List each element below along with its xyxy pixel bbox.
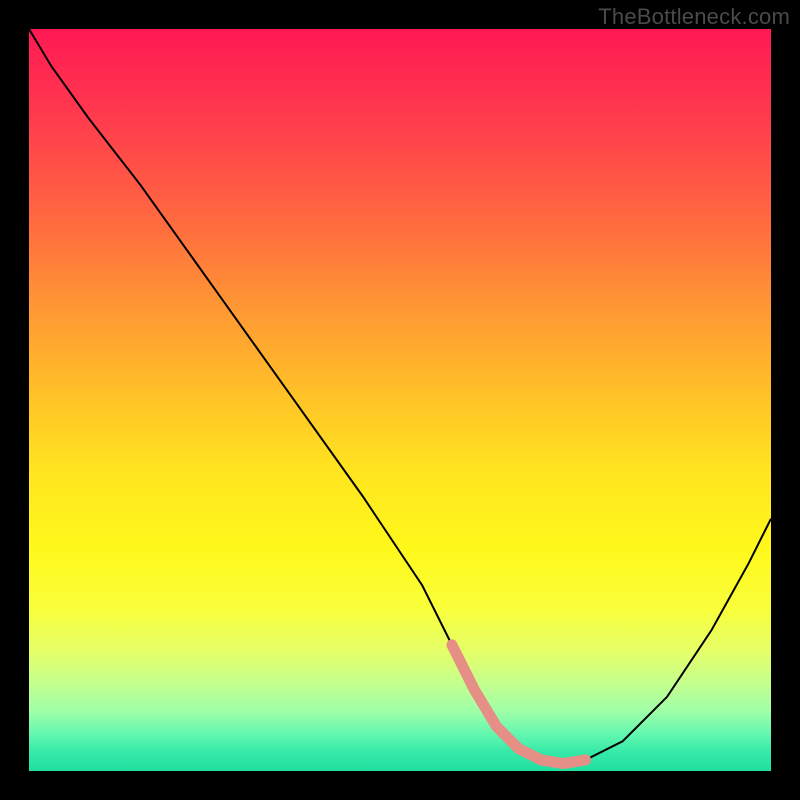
highlight-segment — [452, 645, 586, 764]
bottleneck-curve — [29, 29, 771, 764]
chart-frame: TheBottleneck.com — [0, 0, 800, 800]
chart-svg — [29, 29, 771, 771]
watermark-text: TheBottleneck.com — [598, 4, 790, 30]
